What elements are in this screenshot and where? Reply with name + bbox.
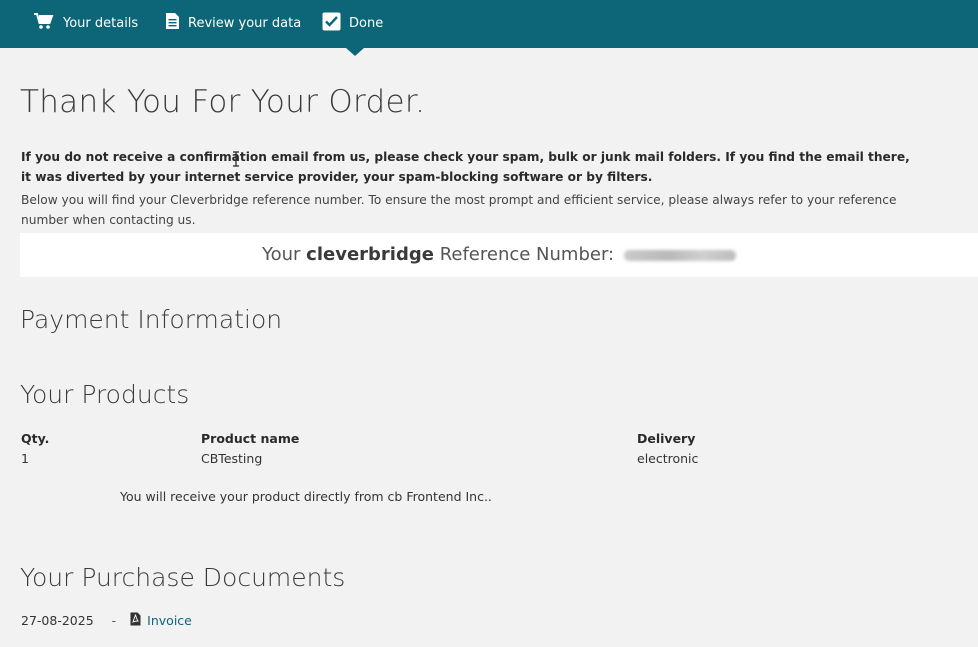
delivery-column-header: Delivery xyxy=(637,431,696,446)
document-date: 27-08-2025 xyxy=(21,613,94,628)
reference-notice: Below you will find your Cleverbridge re… xyxy=(21,193,897,227)
invoice-link[interactable]: Invoice xyxy=(147,613,192,628)
checkbox-checked-icon xyxy=(322,12,341,35)
document-icon xyxy=(165,12,180,34)
product-name: CBTesting xyxy=(201,451,263,466)
page-title: Thank You For Your Order. xyxy=(20,84,426,120)
cart-icon xyxy=(33,12,55,34)
step-label: Done xyxy=(349,15,384,31)
qty-column-header: Qty. xyxy=(21,431,50,446)
delivery-note: You will receive your product directly f… xyxy=(120,489,492,504)
reference-suffix: Reference Number: xyxy=(439,244,615,265)
product-qty: 1 xyxy=(21,451,29,466)
active-step-pointer xyxy=(346,48,364,56)
document-separator: - xyxy=(111,613,117,628)
step-your-details[interactable]: Your details xyxy=(33,0,138,46)
reference-brand: cleverbridge xyxy=(306,244,434,265)
payment-information-heading: Payment Information xyxy=(20,305,283,334)
products-heading: Your Products xyxy=(20,380,190,409)
pdf-icon xyxy=(130,612,141,629)
reference-prefix: Your xyxy=(262,244,301,265)
product-delivery: electronic xyxy=(637,451,699,466)
step-label: Review your data xyxy=(188,15,302,31)
reference-number-redacted xyxy=(623,249,736,261)
step-label: Your details xyxy=(63,15,139,31)
checkout-steps-bar: Your details Review your data Done xyxy=(0,0,978,48)
step-review-your-data[interactable]: Review your data xyxy=(165,0,301,46)
reference-number-line: Your cleverbridge Reference Number: xyxy=(262,244,736,265)
spam-notice: If you do not receive a confirmation ema… xyxy=(21,150,910,184)
product-name-column-header: Product name xyxy=(201,431,300,446)
step-done[interactable]: Done xyxy=(322,0,383,46)
text-cursor-icon xyxy=(233,151,239,167)
reference-number-box: Your cleverbridge Reference Number: xyxy=(20,233,978,277)
document-row: 27-08-2025 - Invoice xyxy=(21,612,192,629)
purchase-documents-heading: Your Purchase Documents xyxy=(20,563,346,592)
